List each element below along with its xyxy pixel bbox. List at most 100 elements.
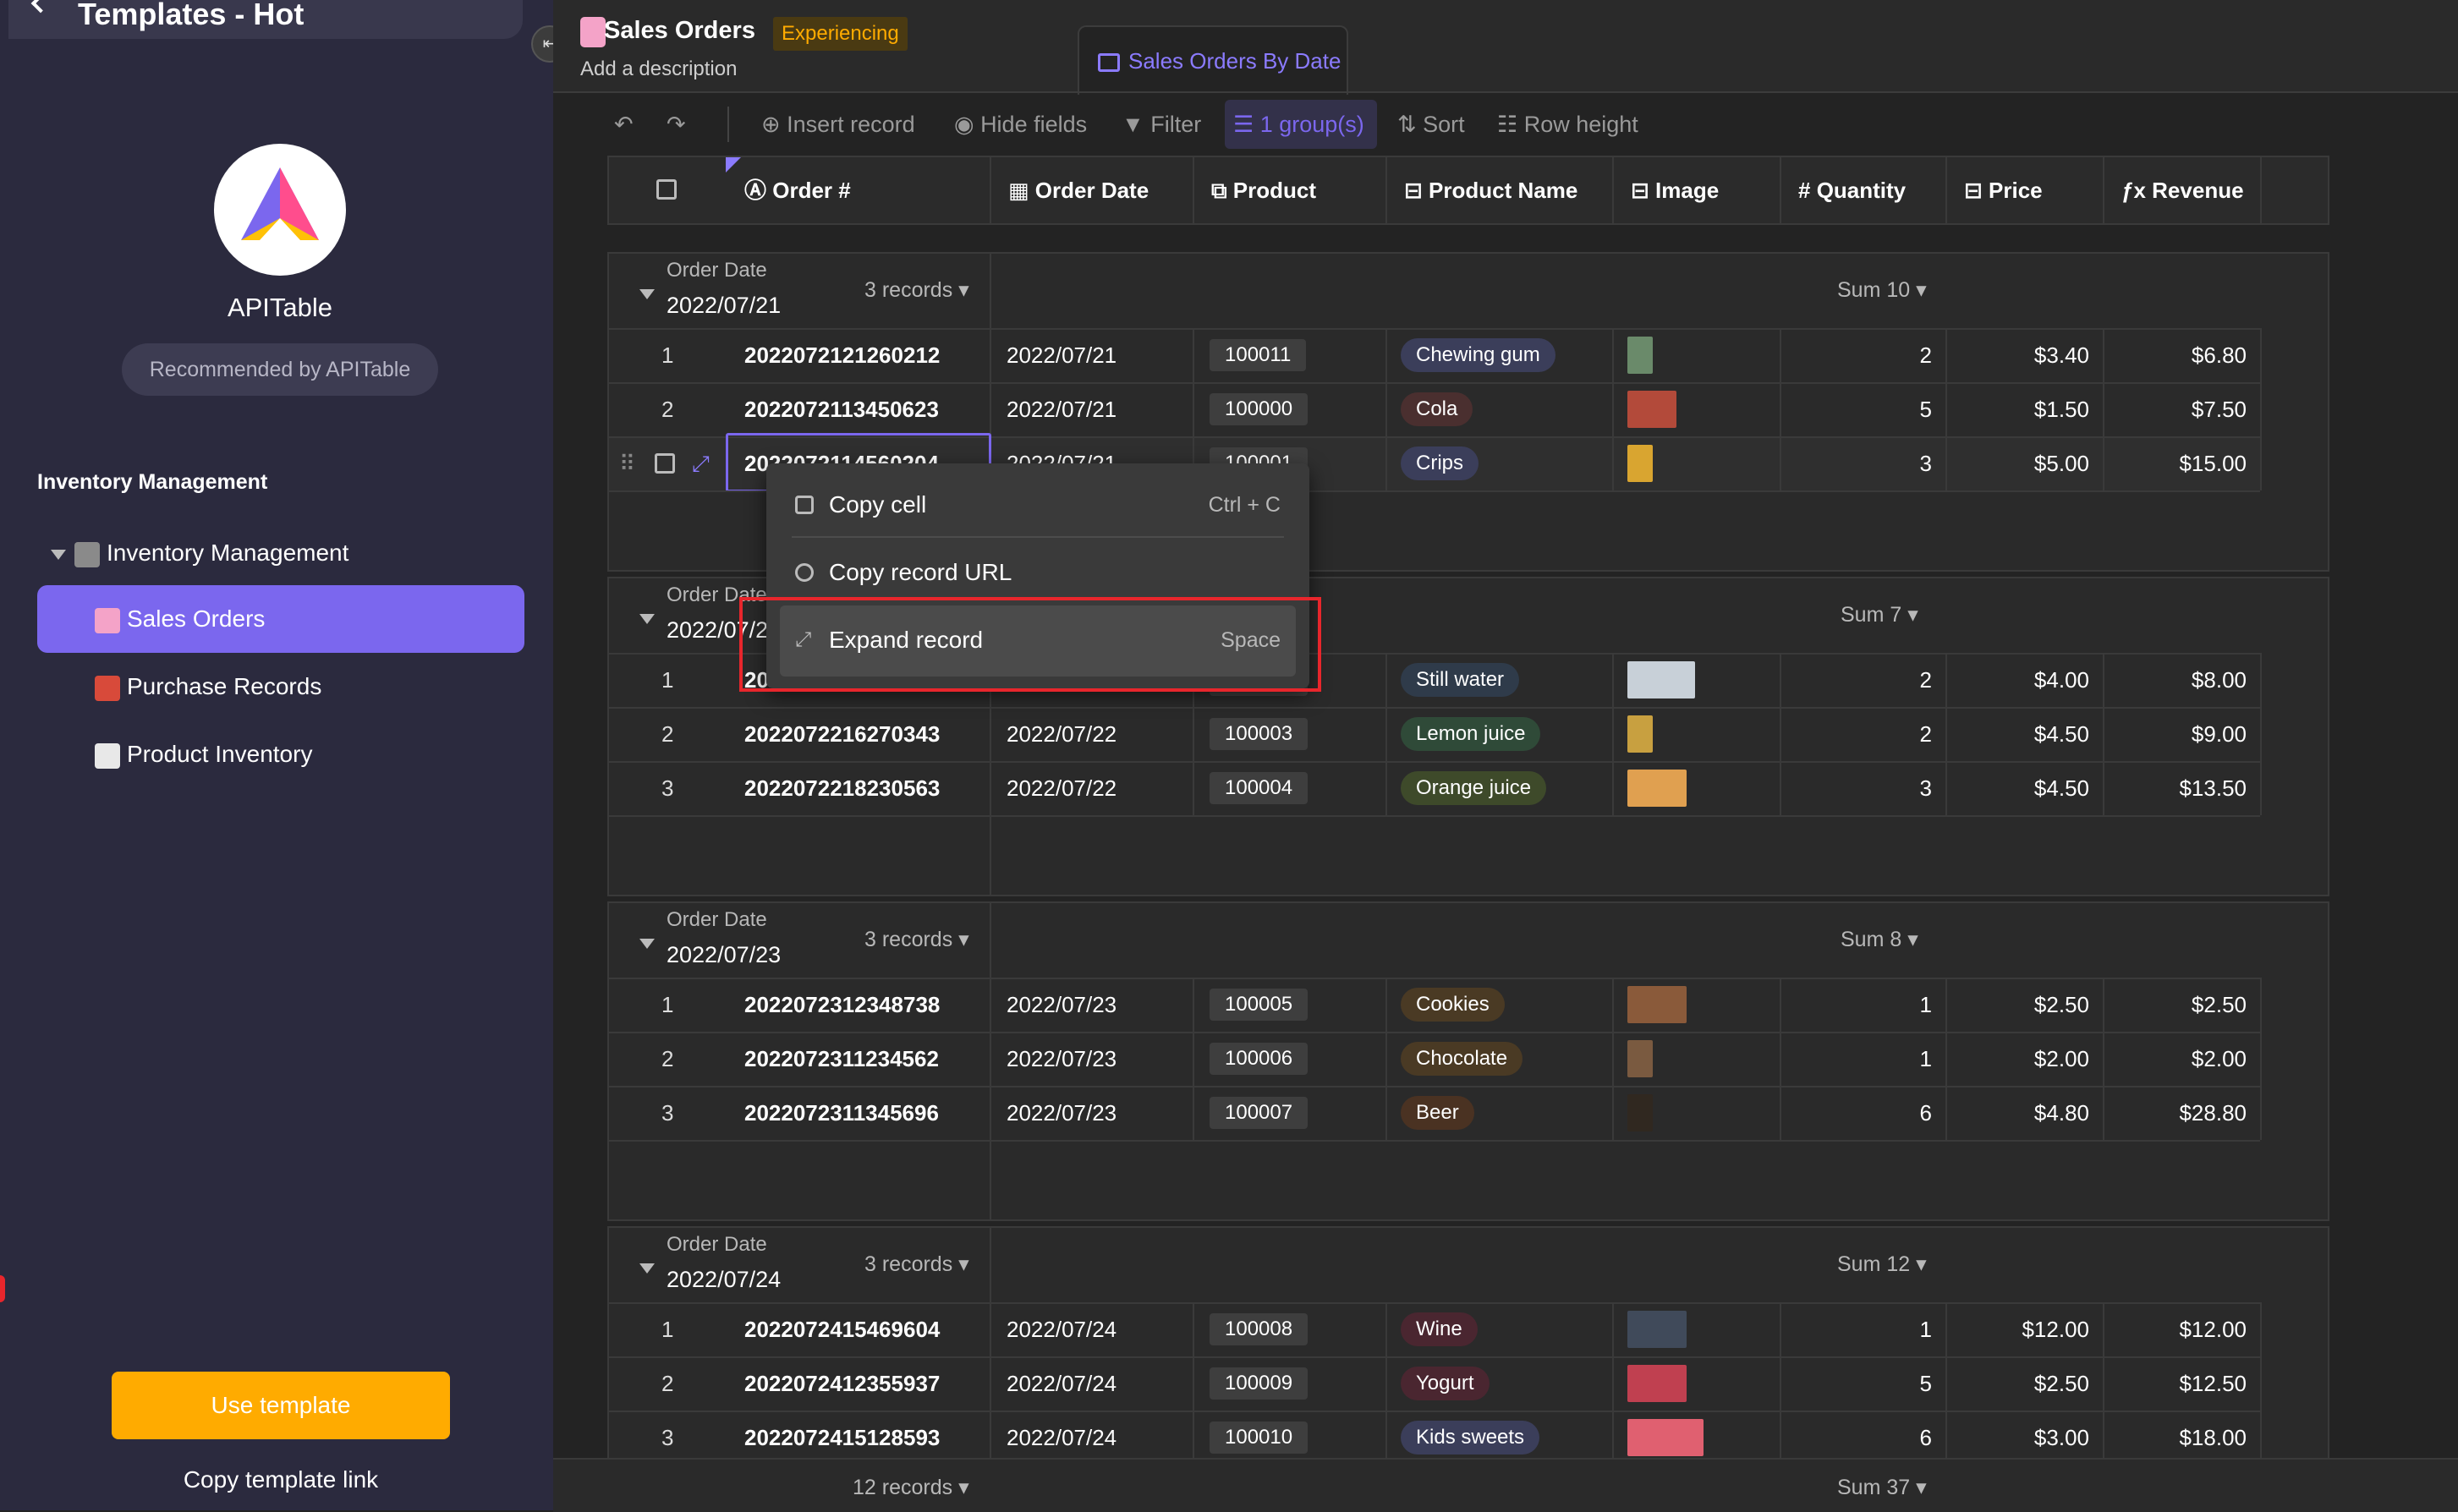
price-cell[interactable]: $3.40 <box>1945 328 2089 382</box>
product-link-tag[interactable]: 100000 <box>1210 393 1309 425</box>
product-link-tag[interactable]: 100004 <box>1210 772 1309 804</box>
column-header-product[interactable]: ⧉ Product <box>1211 156 1316 225</box>
menu-item-copy-record-url[interactable]: Copy record URL <box>766 541 1309 604</box>
product-link-tag[interactable]: 100007 <box>1210 1097 1309 1129</box>
group-sum[interactable]: Sum 12 ▾ <box>1837 1252 1927 1277</box>
price-cell[interactable]: $1.50 <box>1945 382 2089 436</box>
product-link-tag[interactable]: 100006 <box>1210 1043 1309 1075</box>
undo-icon[interactable]: ↶ <box>614 107 634 142</box>
quantity-cell[interactable]: 2 <box>1780 707 1932 761</box>
insert-record-button[interactable]: ⊕ Insert record <box>761 107 915 142</box>
order-date-cell[interactable]: 2022/07/21 <box>1007 328 1117 382</box>
price-cell[interactable]: $2.50 <box>1945 978 2089 1032</box>
order-date-cell[interactable]: 2022/07/23 <box>1007 1086 1117 1140</box>
quantity-cell[interactable]: 3 <box>1780 761 1932 815</box>
product-image-thumb[interactable] <box>1627 1419 1704 1456</box>
product-link-tag[interactable]: 100010 <box>1210 1422 1309 1454</box>
redo-icon[interactable]: ↷ <box>667 107 686 142</box>
product-image-thumb[interactable] <box>1627 1094 1653 1131</box>
revenue-cell[interactable]: $8.00 <box>2103 653 2247 707</box>
revenue-cell[interactable]: $12.50 <box>2103 1356 2247 1411</box>
menu-item-copy-cell[interactable]: Copy cell Ctrl + C <box>766 474 1309 536</box>
footer-record-count[interactable]: 12 records ▾ <box>853 1475 969 1500</box>
order-date-cell[interactable]: 2022/07/24 <box>1007 1356 1117 1411</box>
price-cell[interactable]: $4.50 <box>1945 761 2089 815</box>
order-date-cell[interactable]: 2022/07/22 <box>1007 707 1117 761</box>
group-record-count[interactable]: 3 records ▾ <box>864 277 969 303</box>
quantity-cell[interactable]: 6 <box>1780 1411 1932 1465</box>
column-header-price[interactable]: ⊟ Price <box>1964 156 2043 225</box>
revenue-cell[interactable]: $12.00 <box>2103 1302 2247 1356</box>
order-date-cell[interactable]: 2022/07/24 <box>1007 1302 1117 1356</box>
product-image-thumb[interactable] <box>1627 337 1653 374</box>
column-header-revenue[interactable]: ƒx Revenue <box>2121 156 2244 225</box>
caret-down-icon[interactable] <box>639 1263 655 1274</box>
expand-icon[interactable]: ⤢ <box>692 436 710 490</box>
product-image-thumb[interactable] <box>1627 1040 1653 1077</box>
price-cell[interactable]: $5.00 <box>1945 436 2089 490</box>
quantity-cell[interactable]: 2 <box>1780 328 1932 382</box>
order-date-cell[interactable]: 2022/07/23 <box>1007 1032 1117 1086</box>
product-image-thumb[interactable] <box>1627 715 1653 753</box>
column-header-quantity[interactable]: # Quantity <box>1798 156 1906 225</box>
quantity-cell[interactable]: 6 <box>1780 1086 1932 1140</box>
order-number-cell[interactable]: 2022072415128593 <box>744 1411 940 1465</box>
order-number-cell[interactable]: 2022072218230563 <box>744 761 940 815</box>
revenue-cell[interactable]: $9.00 <box>2103 707 2247 761</box>
column-header-product-name[interactable]: ⊟ Product Name <box>1404 156 1577 225</box>
caret-down-icon[interactable] <box>639 289 655 299</box>
caret-down-icon[interactable] <box>639 939 655 949</box>
price-cell[interactable]: $2.50 <box>1945 1356 2089 1411</box>
group-record-count[interactable]: 3 records ▾ <box>864 927 969 952</box>
drag-handle-icon[interactable]: ⠿ <box>619 436 635 490</box>
product-image-thumb[interactable] <box>1627 1365 1687 1402</box>
quantity-cell[interactable]: 1 <box>1780 1302 1932 1356</box>
product-image-thumb[interactable] <box>1627 391 1676 428</box>
sort-button[interactable]: ⇅ Sort <box>1397 107 1465 142</box>
back-title[interactable]: Templates - Hot <box>78 0 304 39</box>
quantity-cell[interactable]: 1 <box>1780 1032 1932 1086</box>
footer-sum[interactable]: Sum 37 ▾ <box>1837 1475 1927 1500</box>
product-image-thumb[interactable] <box>1627 661 1695 698</box>
order-number-cell[interactable]: 2022072412355937 <box>744 1356 940 1411</box>
column-header-order-date[interactable]: ▦ Order Date <box>1008 156 1149 225</box>
column-header-image[interactable]: ⊟ Image <box>1631 156 1719 225</box>
product-image-thumb[interactable] <box>1627 445 1653 482</box>
revenue-cell[interactable]: $6.80 <box>2103 328 2247 382</box>
product-link-tag[interactable]: 100003 <box>1210 718 1309 750</box>
order-date-cell[interactable]: 2022/07/24 <box>1007 1411 1117 1465</box>
revenue-cell[interactable]: $7.50 <box>2103 382 2247 436</box>
select-all-checkbox[interactable] <box>656 179 677 200</box>
group-sum[interactable]: Sum 8 ▾ <box>1841 927 1918 952</box>
revenue-cell[interactable]: $15.00 <box>2103 436 2247 490</box>
order-date-cell[interactable]: 2022/07/21 <box>1007 382 1117 436</box>
revenue-cell[interactable]: $13.50 <box>2103 761 2247 815</box>
order-number-cell[interactable]: 2022072121260212 <box>744 328 940 382</box>
folder-inventory-management[interactable]: Inventory Management <box>51 523 348 583</box>
product-image-thumb[interactable] <box>1627 986 1687 1023</box>
quantity-cell[interactable]: 5 <box>1780 382 1932 436</box>
description-field[interactable]: Add a description <box>580 58 737 81</box>
hide-fields-button[interactable]: ◉ Hide fields <box>954 107 1087 142</box>
quantity-cell[interactable]: 5 <box>1780 1356 1932 1411</box>
order-number-cell[interactable]: 2022072311345696 <box>744 1086 939 1140</box>
product-link-tag[interactable]: 100008 <box>1210 1313 1309 1345</box>
price-cell[interactable]: $4.50 <box>1945 707 2089 761</box>
order-date-cell[interactable]: 2022/07/23 <box>1007 978 1117 1032</box>
group-button[interactable]: ☰ 1 group(s) <box>1233 107 1364 142</box>
datasheet-title[interactable]: Sales Orders <box>604 17 755 45</box>
quantity-cell[interactable]: 3 <box>1780 436 1932 490</box>
sidebar-item-product-inventory[interactable]: Product Inventory <box>95 724 312 785</box>
filter-button[interactable]: ▼ Filter <box>1122 107 1201 142</box>
price-cell[interactable]: $3.00 <box>1945 1411 2089 1465</box>
product-link-tag[interactable]: 100009 <box>1210 1367 1309 1400</box>
order-number-cell[interactable]: 2022072113450623 <box>744 382 939 436</box>
order-date-cell[interactable]: 2022/07/22 <box>1007 761 1117 815</box>
revenue-cell[interactable]: $2.00 <box>2103 1032 2247 1086</box>
order-number-cell[interactable]: 2022072216270343 <box>744 707 940 761</box>
column-header-order[interactable]: Ⓐ Order # <box>744 156 851 225</box>
caret-down-icon[interactable] <box>51 549 66 560</box>
revenue-cell[interactable]: $18.00 <box>2103 1411 2247 1465</box>
quantity-cell[interactable]: 2 <box>1780 653 1932 707</box>
tab-sales-orders-by-date[interactable]: Sales Orders By Date <box>1078 25 1348 95</box>
